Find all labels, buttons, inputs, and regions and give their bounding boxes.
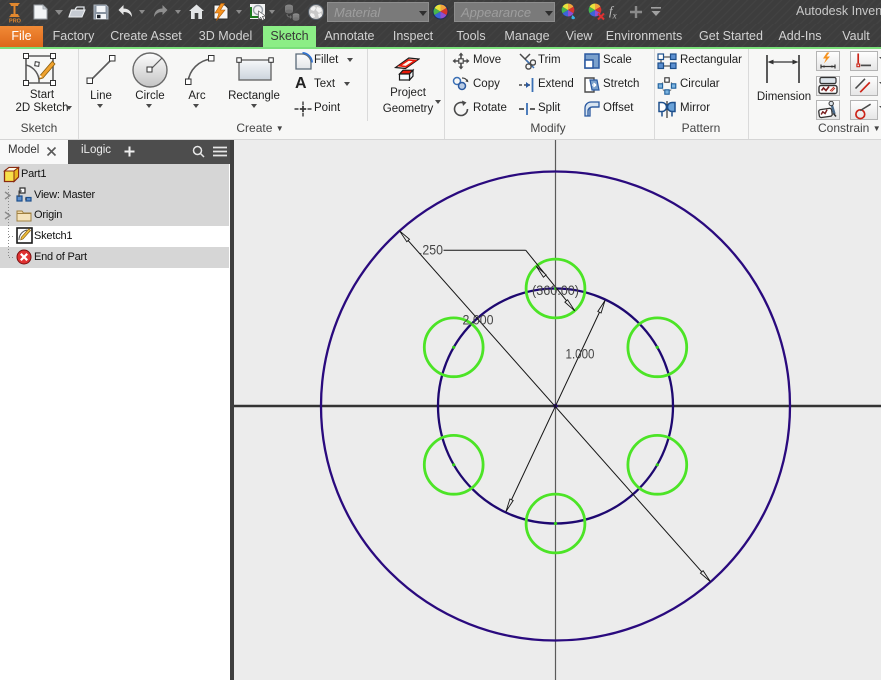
svg-text:.250: .250: [419, 242, 443, 258]
svg-text:PRO: PRO: [9, 19, 22, 24]
svg-text:(360.00): (360.00): [532, 282, 579, 298]
svg-text:2.000: 2.000: [463, 312, 494, 328]
svg-text:1.000: 1.000: [566, 346, 595, 362]
